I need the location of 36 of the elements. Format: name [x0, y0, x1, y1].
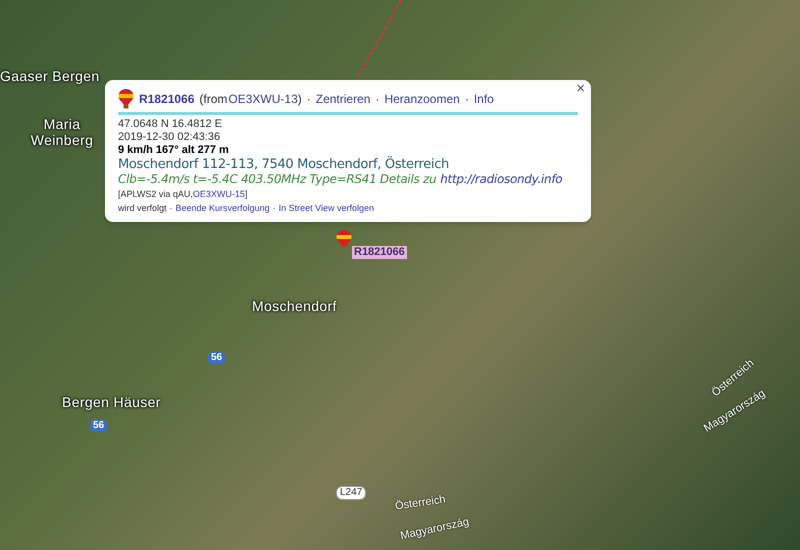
coordinates-text: 47.0648 N 16.4812 E [118, 118, 223, 131]
map-label: Maria Weinberg [30, 116, 94, 148]
path-suffix: ] [244, 188, 248, 200]
balloon-icon [336, 230, 352, 250]
map-label: Bergen Häuser [62, 394, 161, 410]
source-prefix: (from [199, 92, 228, 106]
comment-text: Clb=-5.4m/s t=-5.4C 403.50MHz Type=RS41 Details zu [118, 172, 436, 187]
road-number: 56 [208, 352, 226, 364]
separator: · [464, 92, 469, 106]
website-link[interactable]: http://radiosondy.info [440, 172, 562, 187]
tracking-text: wird verfolgt [118, 202, 167, 214]
popup-link[interactable]: Info [474, 92, 494, 106]
separator: · [375, 92, 380, 106]
popup-link[interactable]: Heranzoomen [384, 92, 460, 106]
path-link[interactable]: OE3XWU-15 [192, 188, 245, 200]
tracking-link[interactable]: In Street View verfolgen [278, 202, 374, 214]
source-link[interactable]: OE3XWU-13 [228, 92, 298, 106]
tracking-link[interactable]: Beende Kursverfolgung [176, 202, 270, 214]
path-text: [APLWS2 via qAU, [118, 188, 193, 200]
separator: · [170, 202, 173, 214]
source-suffix: ) [298, 92, 302, 106]
motion-text: 9 km/h 167° alt 277 m [118, 144, 230, 157]
map-label: Gaaser Bergen [0, 68, 100, 84]
map-label: Österreich [394, 494, 446, 514]
popup-link[interactable]: Zentrieren [316, 92, 370, 106]
close-button[interactable]: × [576, 81, 585, 96]
road-number: L247 [336, 486, 366, 500]
balloon-icon [118, 89, 134, 109]
map-label: Moschendorf [252, 298, 337, 314]
callsign-link[interactable]: R1821066 [139, 92, 194, 106]
separator: · [306, 92, 311, 106]
marker-label: R1821066 [352, 246, 407, 259]
address-text: Moschendorf 112-113, 7540 Moschendorf, Österreich [118, 157, 450, 172]
road-number: 56 [90, 420, 108, 432]
separator: · [272, 202, 276, 214]
timestamp-text: 2019-12-30 02:43:36 [118, 131, 222, 144]
